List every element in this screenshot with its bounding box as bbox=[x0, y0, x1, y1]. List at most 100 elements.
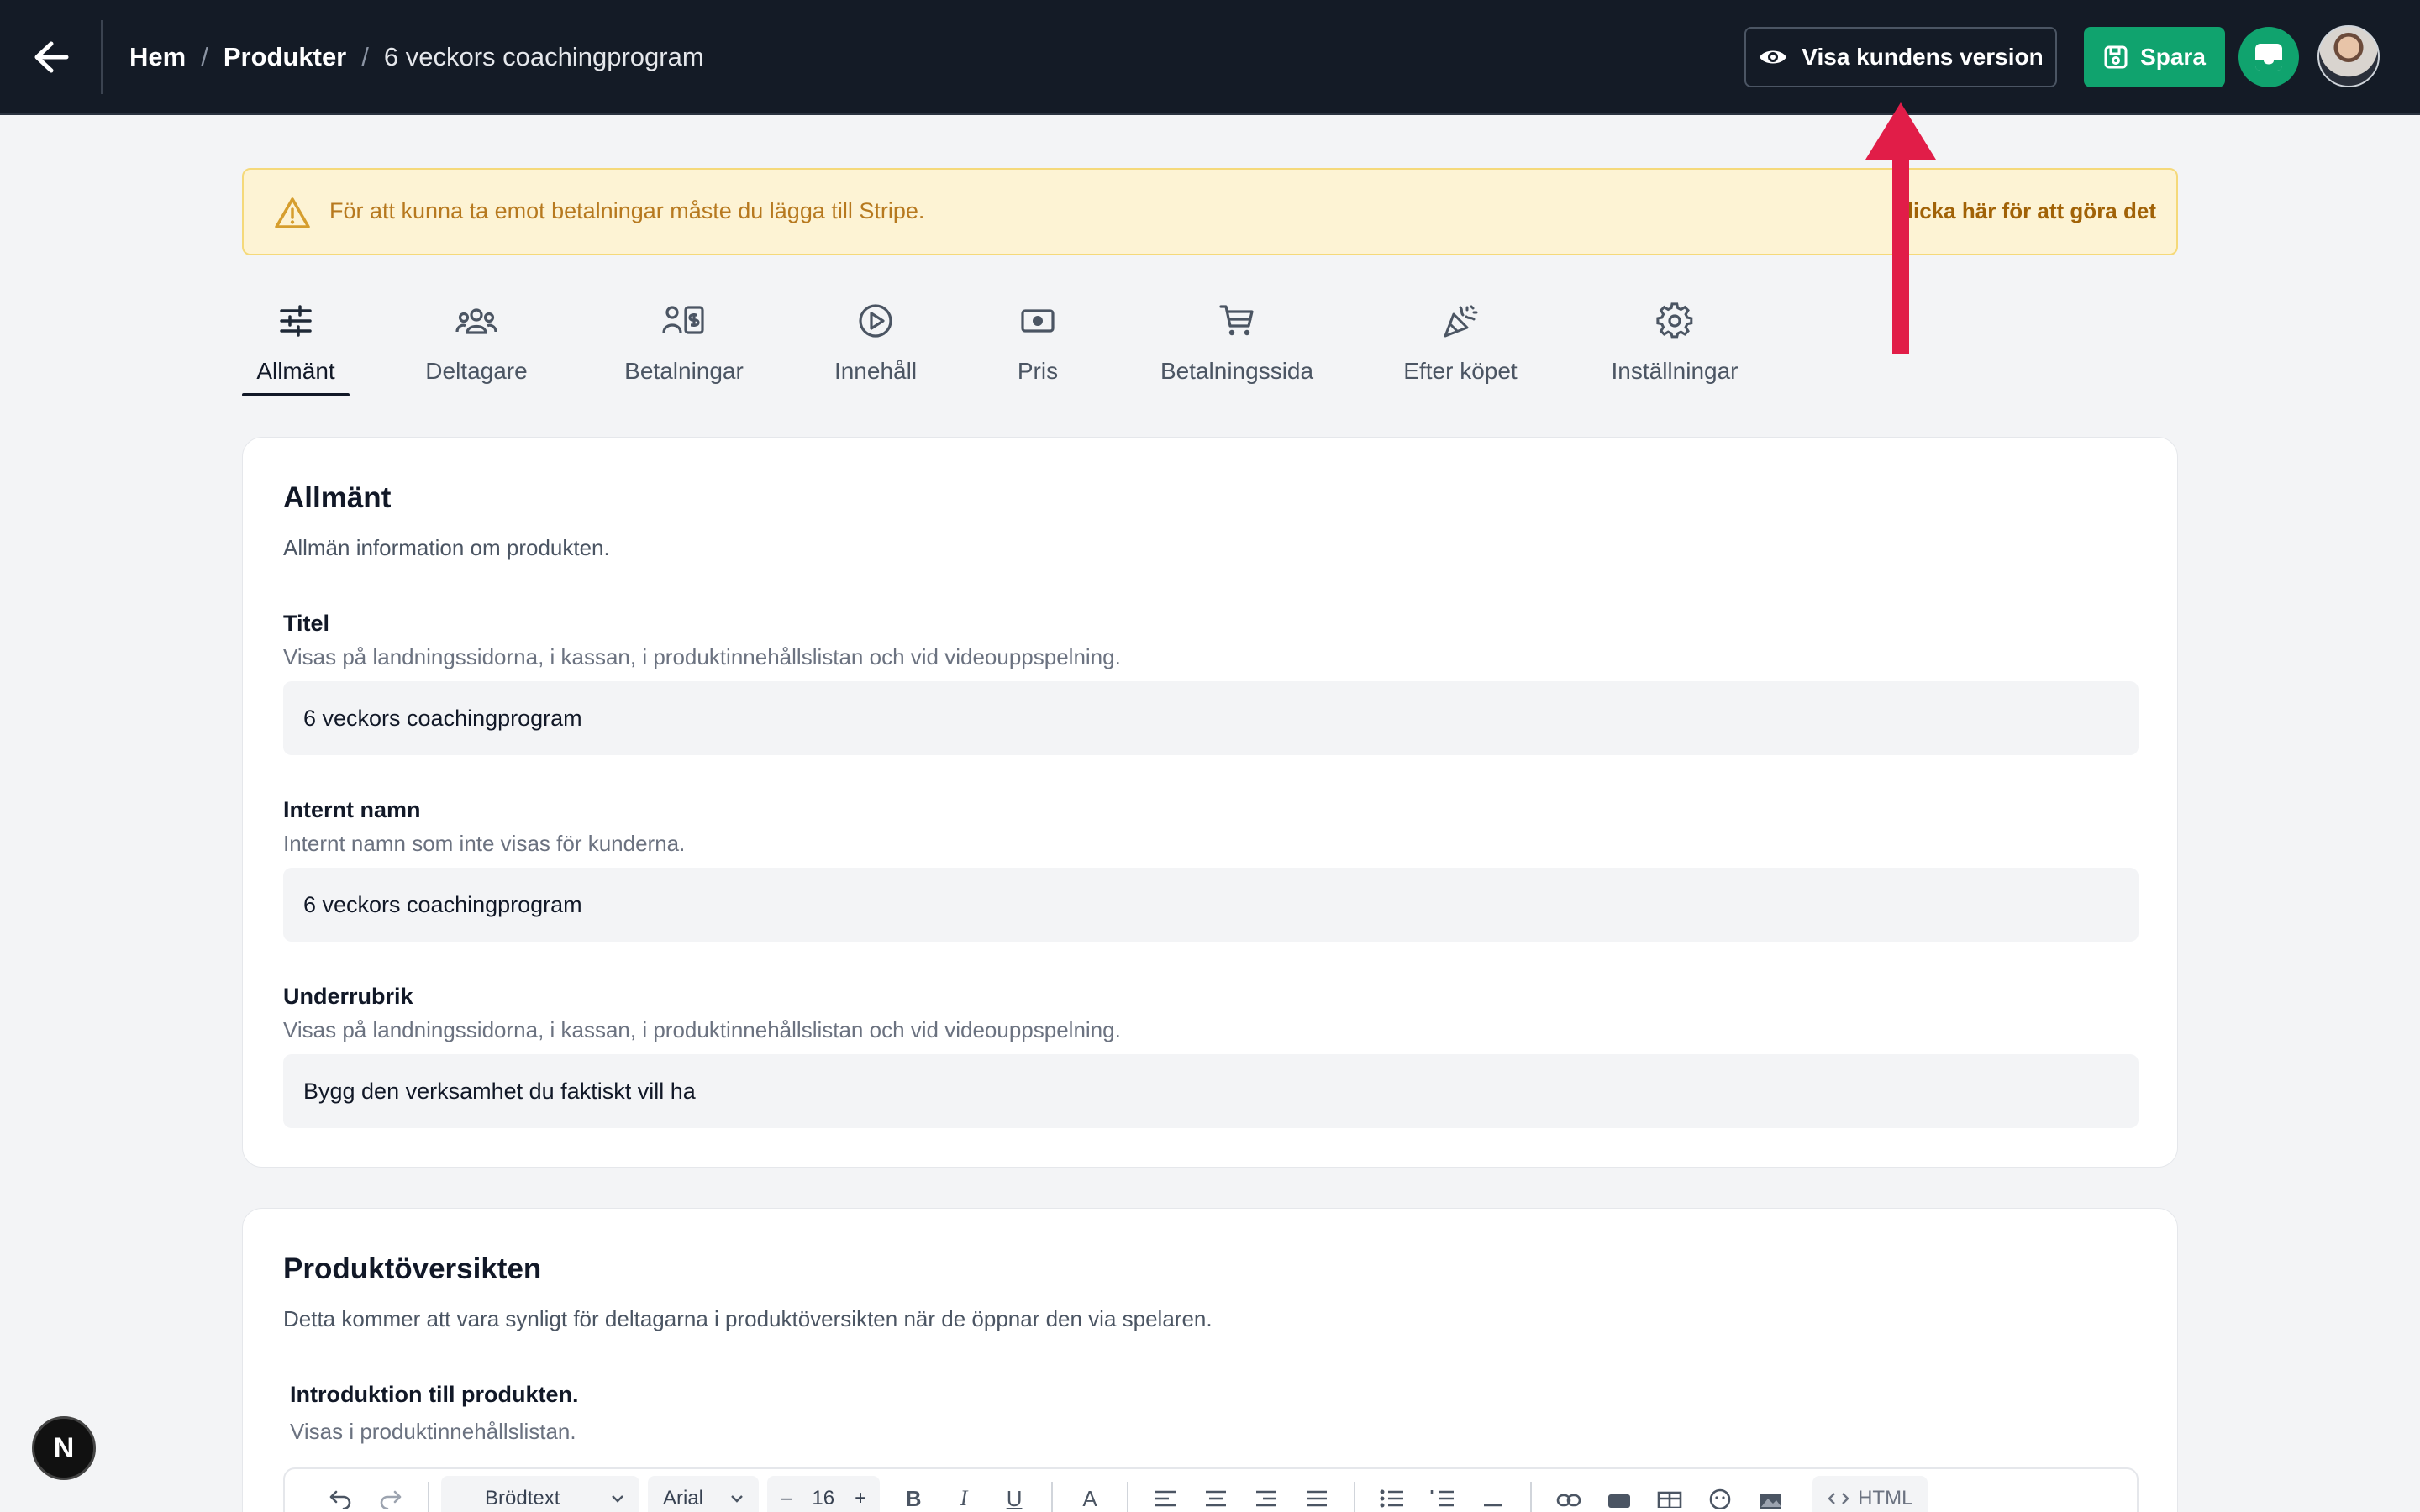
tab-price[interactable]: Pris bbox=[1013, 296, 1062, 396]
breadcrumb-separator: / bbox=[201, 42, 208, 71]
tab-general[interactable]: Allmänt bbox=[242, 296, 350, 396]
breadcrumb-separator: / bbox=[361, 42, 369, 71]
back-button[interactable] bbox=[30, 34, 72, 81]
banknote-icon bbox=[1021, 309, 1055, 333]
align-center-button[interactable] bbox=[1191, 1473, 1241, 1512]
code-icon bbox=[1828, 1493, 1849, 1504]
party-popper-icon bbox=[1444, 305, 1478, 338]
breadcrumb: Hem / Produkter / 6 veckors coachingprog… bbox=[129, 39, 704, 76]
title-help: Visas på landningssidorna, i kassan, i p… bbox=[283, 644, 1121, 669]
html-view-button[interactable]: HTML bbox=[1812, 1476, 1928, 1512]
align-justify-button[interactable] bbox=[1292, 1473, 1342, 1512]
toolbar-separator bbox=[1127, 1482, 1129, 1512]
payments-icon bbox=[662, 306, 704, 334]
table-button[interactable] bbox=[1644, 1473, 1695, 1512]
breadcrumb-home[interactable]: Hem bbox=[129, 42, 186, 72]
tab-label: Innehåll bbox=[834, 358, 918, 384]
general-card: Allmänt Allmän information om produkten.… bbox=[242, 437, 2178, 1168]
warning-icon bbox=[275, 197, 310, 228]
save-label: Spara bbox=[2140, 44, 2206, 70]
inbox-button[interactable] bbox=[2238, 27, 2299, 87]
overview-card: Produktöversikten Detta kommer att vara … bbox=[242, 1208, 2178, 1512]
tab-payments[interactable]: Betalningar bbox=[620, 296, 748, 396]
chevron-down-icon bbox=[612, 1495, 623, 1503]
tab-checkout-page[interactable]: Betalningssida bbox=[1155, 296, 1319, 396]
undo-icon bbox=[329, 1490, 351, 1509]
tab-participants[interactable]: Deltagare bbox=[422, 296, 531, 396]
general-title: Allmänt bbox=[283, 481, 392, 514]
users-icon bbox=[455, 308, 497, 334]
dev-tools-badge[interactable]: N bbox=[32, 1416, 96, 1480]
undo-button[interactable] bbox=[315, 1473, 366, 1512]
arrow-left-icon bbox=[34, 41, 69, 73]
save-button[interactable]: Spara bbox=[2084, 27, 2225, 87]
emoji-button[interactable] bbox=[1695, 1473, 1745, 1512]
annotation-arrow bbox=[1865, 102, 1936, 354]
internal-name-label: Internt namn bbox=[283, 797, 421, 822]
title-input[interactable] bbox=[283, 681, 2139, 755]
cart-icon bbox=[1219, 305, 1254, 336]
user-avatar[interactable] bbox=[2317, 25, 2380, 87]
horizontal-rule-button[interactable] bbox=[1468, 1473, 1518, 1512]
banner-message: För att kunna ta emot betalningar måste … bbox=[329, 198, 925, 223]
tab-after-purchase[interactable]: Efter köpet bbox=[1400, 296, 1521, 396]
bold-button[interactable]: B bbox=[888, 1473, 939, 1512]
tab-content[interactable]: Innehåll bbox=[830, 296, 921, 396]
gear-icon bbox=[1656, 302, 1693, 339]
font-value: Arial bbox=[663, 1487, 704, 1509]
overview-description: Detta kommer att vara synligt för deltag… bbox=[283, 1306, 1213, 1331]
intro-help: Visas i produktinnehållslistan. bbox=[290, 1419, 576, 1444]
link-icon bbox=[1556, 1494, 1581, 1507]
subtitle-label: Underrubrik bbox=[283, 984, 413, 1009]
align-right-button[interactable] bbox=[1241, 1473, 1292, 1512]
table-icon bbox=[1657, 1491, 1682, 1508]
video-icon bbox=[1608, 1494, 1631, 1508]
play-circle-icon bbox=[859, 304, 892, 338]
text-color-button[interactable]: A bbox=[1065, 1473, 1115, 1512]
intro-label: Introduktion till produkten. bbox=[290, 1382, 579, 1407]
rich-text-editor: Brödtext Arial – 16 + B I U A HTML bbox=[283, 1467, 2139, 1512]
internal-name-help: Internt namn som inte visas för kunderna… bbox=[283, 831, 686, 856]
image-icon bbox=[1760, 1494, 1782, 1509]
topbar-divider bbox=[101, 20, 103, 94]
eye-icon bbox=[1760, 50, 1787, 64]
tab-label: Allmänt bbox=[256, 358, 335, 384]
block-style-select[interactable]: Brödtext bbox=[441, 1476, 639, 1512]
top-bar: Hem / Produkter / 6 veckors coachingprog… bbox=[0, 0, 2420, 115]
breadcrumb-products[interactable]: Produkter bbox=[224, 42, 346, 72]
underline-button[interactable]: U bbox=[989, 1473, 1039, 1512]
editor-toolbar: Brödtext Arial – 16 + B I U A HTML bbox=[285, 1469, 2137, 1512]
internal-name-input[interactable] bbox=[283, 868, 2139, 942]
video-button[interactable] bbox=[1594, 1473, 1644, 1512]
numbered-list-button[interactable] bbox=[1418, 1473, 1468, 1512]
italic-button[interactable]: I bbox=[939, 1473, 989, 1512]
tab-label: Betalningar bbox=[624, 358, 744, 384]
decrease-font-size-button[interactable]: – bbox=[781, 1487, 792, 1510]
horizontal-rule-icon bbox=[1484, 1504, 1503, 1507]
link-button[interactable] bbox=[1544, 1473, 1594, 1512]
toolbar-separator bbox=[1530, 1482, 1533, 1512]
font-size-stepper: – 16 + bbox=[767, 1476, 881, 1512]
align-right-icon bbox=[1256, 1490, 1277, 1507]
font-select[interactable]: Arial bbox=[648, 1476, 759, 1512]
subtitle-input[interactable] bbox=[283, 1054, 2139, 1128]
block-style-value: Brödtext bbox=[485, 1487, 560, 1509]
emoji-icon bbox=[1709, 1488, 1731, 1509]
tab-label: Deltagare bbox=[425, 358, 528, 384]
view-customer-version-button[interactable]: Visa kundens version bbox=[1744, 27, 2057, 87]
align-center-icon bbox=[1206, 1490, 1227, 1507]
general-description: Allmän information om produkten. bbox=[283, 535, 610, 560]
bullet-list-icon bbox=[1380, 1489, 1404, 1508]
numbered-list-icon bbox=[1430, 1490, 1455, 1507]
tab-settings[interactable]: Inställningar bbox=[1607, 296, 1743, 396]
bullet-list-button[interactable] bbox=[1367, 1473, 1418, 1512]
redo-button[interactable] bbox=[366, 1473, 416, 1512]
font-size-value[interactable]: 16 bbox=[812, 1487, 834, 1510]
tab-label: Efter köpet bbox=[1403, 358, 1518, 384]
align-left-button[interactable] bbox=[1140, 1473, 1191, 1512]
increase-font-size-button[interactable]: + bbox=[855, 1487, 866, 1510]
overview-title: Produktöversikten bbox=[283, 1252, 542, 1285]
subtitle-help: Visas på landningssidorna, i kassan, i p… bbox=[283, 1017, 1121, 1042]
image-button[interactable] bbox=[1745, 1473, 1796, 1512]
view-customer-version-label: Visa kundens version bbox=[1802, 44, 2044, 70]
